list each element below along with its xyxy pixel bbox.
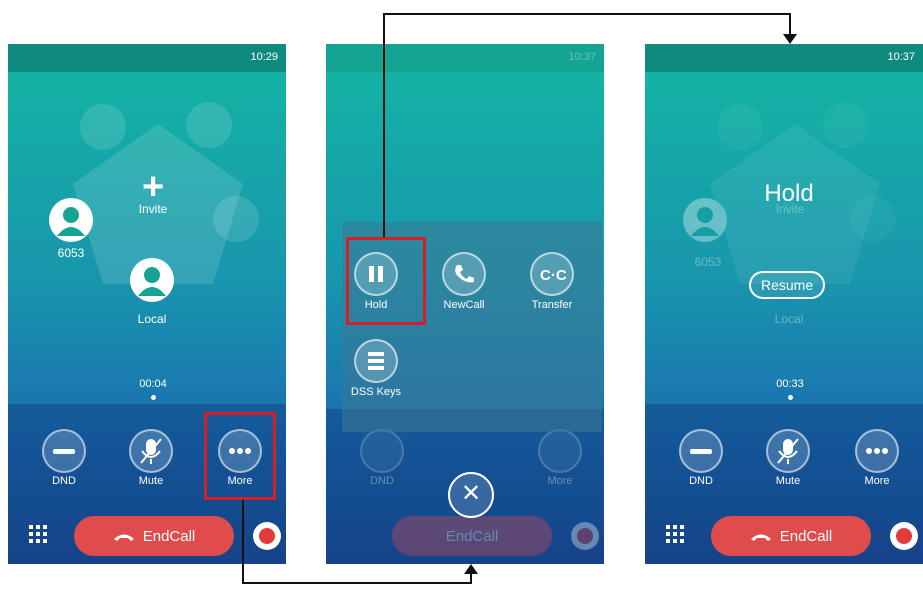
arrow-more-to-screen2: [242, 500, 472, 584]
arrow-head-down: [783, 34, 797, 44]
flow-arrows: [242, 13, 797, 584]
arrow-hold-to-screen3: [383, 13, 791, 237]
arrow-head-up: [464, 564, 478, 574]
